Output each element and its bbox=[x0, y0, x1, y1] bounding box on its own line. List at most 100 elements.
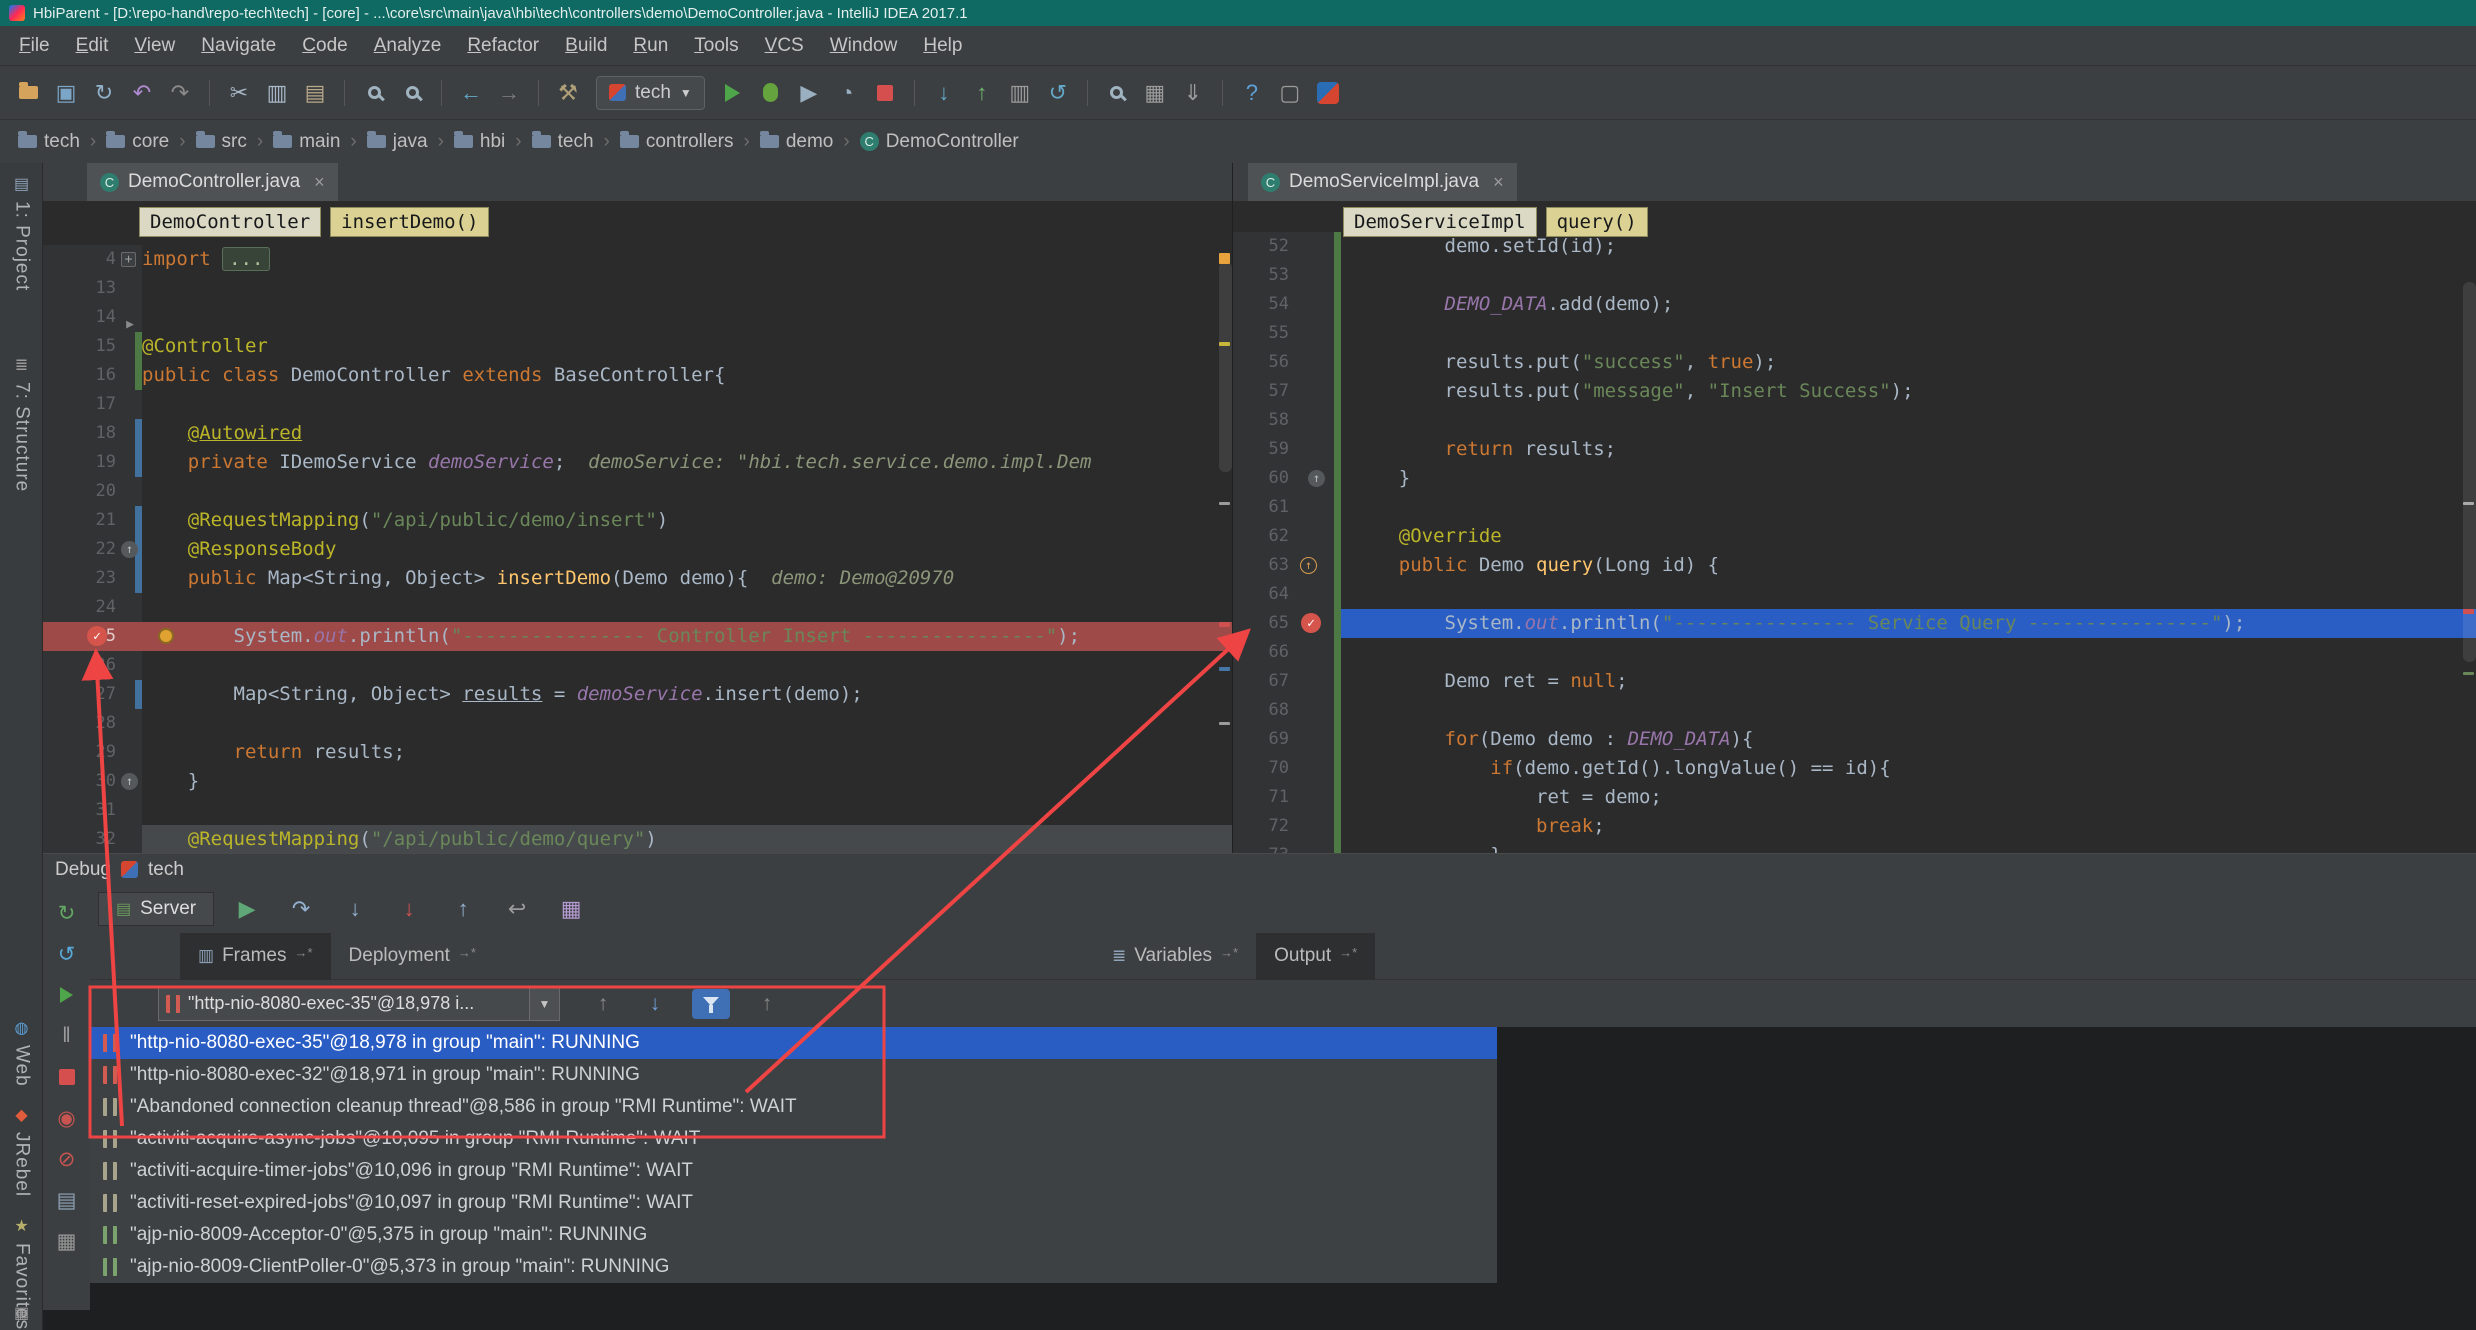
code-line-73[interactable]: 73 } bbox=[1233, 841, 2476, 853]
thread-row[interactable]: "activiti-acquire-timer-jobs"@10,096 in … bbox=[90, 1155, 1497, 1187]
code-line-16[interactable]: 16public class DemoController extends Ba… bbox=[43, 361, 1232, 390]
stop-button[interactable] bbox=[867, 75, 903, 111]
gutter-27[interactable]: 27 bbox=[43, 680, 142, 709]
gutter-20[interactable]: 20 bbox=[43, 477, 142, 506]
jrebel-button[interactable] bbox=[1310, 75, 1346, 111]
forward-button[interactable]: → bbox=[491, 75, 527, 111]
commit-changes-button[interactable]: ↑ bbox=[964, 75, 1000, 111]
view-breakpoints-button[interactable]: ◉ bbox=[53, 1104, 81, 1132]
code-text[interactable] bbox=[1341, 261, 2476, 290]
code-text[interactable] bbox=[142, 303, 1232, 332]
gutter-25[interactable]: 25✓ bbox=[43, 622, 142, 651]
breadcrumb-method[interactable]: insertDemo() bbox=[330, 207, 489, 237]
gutter-13[interactable]: 13 bbox=[43, 274, 142, 303]
code-line-28[interactable]: 28 bbox=[43, 709, 1232, 738]
code-line-53[interactable]: 53 bbox=[1233, 261, 2476, 290]
menu-help[interactable]: Help bbox=[910, 35, 975, 57]
code-line-61[interactable]: 61 bbox=[1233, 493, 2476, 522]
breadcrumb-src[interactable]: src bbox=[194, 129, 249, 155]
copy-button[interactable]: ▥ bbox=[259, 75, 295, 111]
code-text[interactable]: @Controller bbox=[142, 332, 1232, 361]
force-step-into-button[interactable]: ↓ bbox=[394, 894, 424, 924]
close-icon[interactable]: × bbox=[314, 172, 325, 193]
breadcrumb-class[interactable]: DemoServiceImpl bbox=[1343, 207, 1537, 237]
export-button[interactable]: ⇓ bbox=[1175, 75, 1211, 111]
gutter-62[interactable]: 62 bbox=[1233, 522, 1341, 551]
method-marker-icon[interactable]: ↑ bbox=[1308, 470, 1325, 487]
run-configuration-combo[interactable]: tech▼ bbox=[596, 76, 705, 110]
step-over-button[interactable]: ↷ bbox=[286, 894, 316, 924]
code-line-66[interactable]: 66 bbox=[1233, 638, 2476, 667]
code-line-4[interactable]: 4+import ... bbox=[43, 245, 1232, 274]
breadcrumb-class[interactable]: DemoController bbox=[139, 207, 321, 237]
gutter-56[interactable]: 56 bbox=[1233, 348, 1341, 377]
breadcrumb-java[interactable]: java bbox=[365, 129, 430, 155]
code-line-57[interactable]: 57 results.put("message", "Insert Succes… bbox=[1233, 377, 2476, 406]
rerun-button[interactable]: ↻ bbox=[53, 899, 81, 927]
code-line-70[interactable]: 70 if(demo.getId().longValue() == id){ bbox=[1233, 754, 2476, 783]
gutter-72[interactable]: 72 bbox=[1233, 812, 1341, 841]
stripe----project[interactable]: ▤1: Project bbox=[0, 174, 43, 291]
code-line-14[interactable]: 14▶ bbox=[43, 303, 1232, 332]
menu-navigate[interactable]: Navigate bbox=[188, 35, 289, 57]
replace-button[interactable] bbox=[394, 75, 430, 111]
code-line-58[interactable]: 58 bbox=[1233, 406, 2476, 435]
breadcrumb-tech[interactable]: tech bbox=[530, 129, 596, 155]
code-text[interactable]: public Demo query(Long id) { bbox=[1341, 551, 2476, 580]
code-text[interactable] bbox=[1341, 493, 2476, 522]
tab-democontroller-java[interactable]: C DemoController.java × bbox=[87, 163, 338, 201]
thread-row[interactable]: "http-nio-8080-exec-32"@18,971 in group … bbox=[90, 1059, 1497, 1091]
breadcrumb-demo[interactable]: demo bbox=[758, 129, 836, 155]
open-button[interactable] bbox=[10, 75, 46, 111]
code-line-60[interactable]: 60↑ } bbox=[1233, 464, 2476, 493]
code-line-29[interactable]: 29 return results; bbox=[43, 738, 1232, 767]
method-marker-icon[interactable]: ↑ bbox=[121, 541, 138, 558]
stripe-jrebel[interactable]: ◆JRebel bbox=[0, 1105, 43, 1197]
gutter-60[interactable]: 60↑ bbox=[1233, 464, 1341, 493]
thread-row[interactable]: "activiti-reset-expired-jobs"@10,097 in … bbox=[90, 1187, 1497, 1219]
code-text[interactable]: import ... bbox=[142, 245, 1232, 274]
code-line-20[interactable]: 20 bbox=[43, 477, 1232, 506]
code-line-68[interactable]: 68 bbox=[1233, 696, 2476, 725]
stripe----structure[interactable]: ≣7: Structure bbox=[0, 355, 43, 492]
code-text[interactable] bbox=[142, 709, 1232, 738]
toolwindow-switcher-icon[interactable]: ▦ bbox=[0, 1303, 43, 1323]
undo-button[interactable]: ↶ bbox=[124, 75, 160, 111]
paste-button[interactable]: ▤ bbox=[297, 75, 333, 111]
code-line-26[interactable]: 26 bbox=[43, 651, 1232, 680]
window-button[interactable]: ▢ bbox=[1272, 75, 1308, 111]
gutter-26[interactable]: 26 bbox=[43, 651, 142, 680]
code-text[interactable]: public class DemoController extends Base… bbox=[142, 361, 1232, 390]
code-text[interactable]: } bbox=[1341, 841, 2476, 853]
code-line-62[interactable]: 62 @Override bbox=[1233, 522, 2476, 551]
code-line-24[interactable]: 24 bbox=[43, 593, 1232, 622]
code-line-64[interactable]: 64 bbox=[1233, 580, 2476, 609]
gutter-21[interactable]: 21 bbox=[43, 506, 142, 535]
code-line-55[interactable]: 55 bbox=[1233, 319, 2476, 348]
code-text[interactable] bbox=[142, 390, 1232, 419]
code-line-63[interactable]: 63↑ public Demo query(Long id) { bbox=[1233, 551, 2476, 580]
filter-frames-button[interactable] bbox=[692, 989, 730, 1019]
gutter-31[interactable]: 31 bbox=[43, 796, 142, 825]
code-text[interactable]: ret = demo; bbox=[1341, 783, 2476, 812]
gutter-16[interactable]: 16 bbox=[43, 361, 142, 390]
update-project-button[interactable]: ↓ bbox=[926, 75, 962, 111]
gutter-59[interactable]: 59 bbox=[1233, 435, 1341, 464]
code-line-71[interactable]: 71 ret = demo; bbox=[1233, 783, 2476, 812]
menu-view[interactable]: View bbox=[121, 35, 188, 57]
code-text[interactable] bbox=[142, 274, 1232, 303]
gutter-32[interactable]: 32 bbox=[43, 825, 142, 853]
gutter-19[interactable]: 19 bbox=[43, 448, 142, 477]
search-everywhere-button[interactable] bbox=[1099, 75, 1135, 111]
frame-up-button[interactable]: ↑ bbox=[588, 989, 618, 1019]
code-text[interactable]: System.out.println("---------------- Con… bbox=[142, 622, 1232, 651]
breadcrumb-core[interactable]: core bbox=[104, 129, 171, 155]
tab-variables[interactable]: ≣ Variables →* bbox=[1094, 933, 1256, 980]
code-text[interactable] bbox=[142, 593, 1232, 622]
code-line-32[interactable]: 32 @RequestMapping("/api/public/demo/que… bbox=[43, 825, 1232, 853]
breakpoint-icon[interactable]: ✓ bbox=[1301, 613, 1321, 633]
code-text[interactable]: @RequestMapping("/api/public/demo/insert… bbox=[142, 506, 1232, 535]
stripe-web[interactable]: ◍Web bbox=[0, 1018, 43, 1087]
code-text[interactable]: public Map<String, Object> insertDemo(De… bbox=[142, 564, 1232, 593]
code-text[interactable] bbox=[1341, 406, 2476, 435]
